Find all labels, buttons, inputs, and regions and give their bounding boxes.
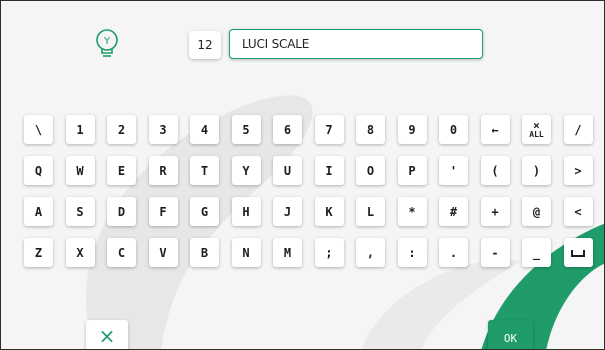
key[interactable]: Y bbox=[231, 156, 261, 185]
key[interactable]: N bbox=[231, 238, 261, 267]
key[interactable]: J bbox=[273, 197, 302, 226]
clear-all-key[interactable]: × ALL bbox=[522, 115, 551, 144]
key[interactable]: 9 bbox=[397, 115, 427, 144]
key[interactable]: L bbox=[356, 197, 385, 226]
lightbulb-icon: Y bbox=[92, 27, 122, 61]
keyboard-row: \ 1 2 3 4 5 6 7 8 9 0 ← × ALL / bbox=[24, 115, 604, 144]
key[interactable]: 2 bbox=[107, 115, 136, 144]
key[interactable]: G bbox=[190, 197, 219, 226]
key[interactable]: R bbox=[148, 156, 178, 185]
key[interactable]: W bbox=[65, 156, 95, 185]
key[interactable]: ; bbox=[314, 238, 344, 267]
key[interactable]: + bbox=[480, 197, 510, 226]
key[interactable]: 4 bbox=[190, 115, 219, 144]
key[interactable]: C bbox=[107, 238, 136, 267]
ok-button[interactable]: OK bbox=[488, 320, 533, 349]
key[interactable]: E bbox=[107, 156, 136, 185]
svg-text:Y: Y bbox=[103, 36, 111, 47]
key[interactable]: 5 bbox=[231, 115, 261, 144]
key[interactable]: 1 bbox=[65, 115, 95, 144]
key[interactable]: S bbox=[65, 197, 95, 226]
key[interactable]: ( bbox=[480, 156, 510, 185]
keyboard-row: Q W E R T Y U I O P ' () > bbox=[24, 156, 604, 185]
key[interactable]: K bbox=[314, 197, 344, 226]
key[interactable]: 8 bbox=[356, 115, 385, 144]
key[interactable]: > bbox=[563, 156, 593, 185]
keyboard-screen: Y 12 LUCI SCALE \ 1 2 3 4 5 6 7 8 9 0 ← × ALL / Q W E R T Y U… bbox=[0, 0, 605, 350]
key[interactable]: 0 bbox=[439, 115, 468, 144]
key[interactable]: H bbox=[231, 197, 261, 226]
key[interactable]: I bbox=[314, 156, 344, 185]
key[interactable]: A bbox=[24, 197, 53, 226]
key[interactable]: _ bbox=[522, 238, 551, 267]
backspace-key[interactable]: ← bbox=[480, 115, 510, 144]
key[interactable]: B bbox=[190, 238, 219, 267]
key[interactable]: \ bbox=[24, 115, 53, 144]
key[interactable]: 6 bbox=[273, 115, 302, 144]
key[interactable]: - bbox=[480, 238, 510, 267]
key[interactable]: 3 bbox=[148, 115, 178, 144]
key[interactable]: # bbox=[439, 197, 468, 226]
cancel-button[interactable]: × bbox=[86, 320, 128, 349]
key[interactable]: T bbox=[190, 156, 219, 185]
key[interactable]: / bbox=[563, 115, 593, 144]
key[interactable]: X bbox=[65, 238, 95, 267]
key[interactable]: @ bbox=[522, 197, 551, 226]
key[interactable]: ) bbox=[522, 156, 551, 185]
key[interactable]: O bbox=[356, 156, 385, 185]
key[interactable]: F bbox=[148, 197, 178, 226]
keyboard-row: A S D F G H J K L * # + @ < bbox=[24, 197, 604, 226]
keyboard-row: Z X C V B N M;,:. - _ bbox=[24, 238, 604, 267]
key[interactable]: < bbox=[563, 197, 593, 226]
key[interactable]: : bbox=[397, 238, 427, 267]
key[interactable]: D bbox=[107, 197, 136, 226]
key[interactable]: Z bbox=[24, 238, 53, 267]
key[interactable]: * bbox=[397, 197, 427, 226]
key[interactable]: V bbox=[148, 238, 178, 267]
key[interactable]: 7 bbox=[314, 115, 344, 144]
room-number-badge[interactable]: 12 bbox=[189, 31, 221, 59]
key[interactable]: P bbox=[397, 156, 427, 185]
space-key[interactable] bbox=[563, 238, 593, 267]
key[interactable]: . bbox=[439, 238, 468, 267]
name-input[interactable]: LUCI SCALE bbox=[229, 29, 483, 59]
key[interactable]: U bbox=[273, 156, 302, 185]
key[interactable]: ' bbox=[439, 156, 468, 185]
key[interactable]: , bbox=[356, 238, 385, 267]
key[interactable]: M bbox=[273, 238, 302, 267]
key[interactable]: Q bbox=[24, 156, 53, 185]
